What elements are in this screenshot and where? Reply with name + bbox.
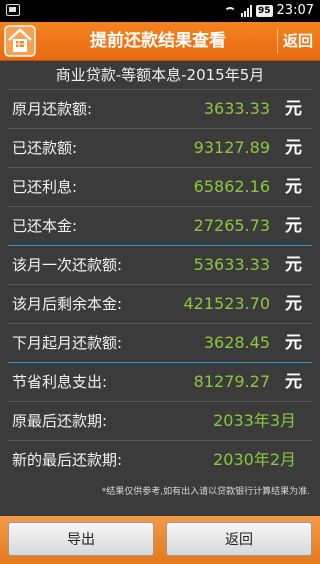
row-unit: 元 [285, 177, 302, 197]
row-label: 原月还款额: [12, 100, 93, 118]
result-row: 下月起月还款额: 3628.45 元 [0, 324, 320, 362]
back-button[interactable]: 返回 [166, 522, 312, 556]
row-unit: 元 [285, 294, 302, 314]
gallery-notification-icon [6, 4, 20, 16]
footer-bar: 导出 返回 [0, 516, 320, 564]
result-row: 已还本金: 27265.73 元 [0, 207, 320, 245]
loan-summary-subtitle: 商业贷款-等额本息-2015年5月 [55, 66, 265, 84]
result-row: 原最后还款期: 2033年3月 [0, 402, 320, 440]
row-label: 该月后剩余本金: [12, 295, 123, 313]
row-label: 下月起月还款额: [12, 334, 123, 352]
home-icon [4, 25, 36, 57]
row-value: 81279.27 [193, 372, 270, 391]
result-row: 已还款额: 93127.89 元 [0, 129, 320, 167]
row-label: 新的最后还款期: [12, 451, 123, 469]
row-label: 原最后还款期: [12, 412, 108, 430]
row-unit: 元 [285, 333, 302, 353]
row-value: 53633.33 [193, 255, 270, 274]
disclaimer-note: *结果仅供参考,如有出入请以贷款银行计算结果为准. [101, 487, 310, 497]
row-label: 已还款额: [12, 139, 78, 157]
row-value: 3633.33 [203, 99, 270, 118]
row-value: 27265.73 [193, 216, 270, 235]
result-row: 节省利息支出: 81279.27 元 [0, 363, 320, 401]
result-row: 已还利息: 65862.16 元 [0, 168, 320, 206]
row-label: 节省利息支出: [12, 373, 108, 391]
header-bar: 提前还款结果查看 返回 [0, 22, 320, 61]
row-unit: 元 [285, 99, 302, 119]
result-row: 新的最后还款期: 2030年2月 [0, 441, 320, 479]
status-bar: 95 23:07 [0, 0, 320, 22]
signal-icon [241, 4, 252, 17]
row-label: 已还本金: [12, 217, 78, 235]
result-row: 该月一次还款额: 53633.33 元 [0, 246, 320, 284]
row-unit: 元 [285, 138, 302, 158]
battery-indicator: 95 [256, 4, 273, 17]
result-row: 原月还款额: 3633.33 元 [0, 90, 320, 128]
home-button[interactable] [4, 24, 36, 58]
row-value: 93127.89 [193, 138, 270, 157]
row-unit: 元 [285, 255, 302, 275]
wifi-icon [223, 5, 237, 17]
result-row: 该月后剩余本金: 421523.70 元 [0, 285, 320, 323]
row-value: 65862.16 [193, 177, 270, 196]
row-label: 该月一次还款额: [12, 256, 123, 274]
row-unit: 元 [285, 216, 302, 236]
row-value: 2030年2月 [213, 450, 296, 469]
row-unit: 元 [285, 372, 302, 392]
row-value: 3628.45 [203, 333, 270, 352]
row-value: 421523.70 [183, 294, 270, 313]
header-back-button[interactable]: 返回 [278, 22, 318, 60]
row-label: 已还利息: [12, 178, 78, 196]
export-button[interactable]: 导出 [8, 522, 154, 556]
row-value: 2033年3月 [213, 411, 296, 430]
page-title: 提前还款结果查看 [90, 31, 226, 51]
clock: 23:07 [276, 3, 314, 18]
